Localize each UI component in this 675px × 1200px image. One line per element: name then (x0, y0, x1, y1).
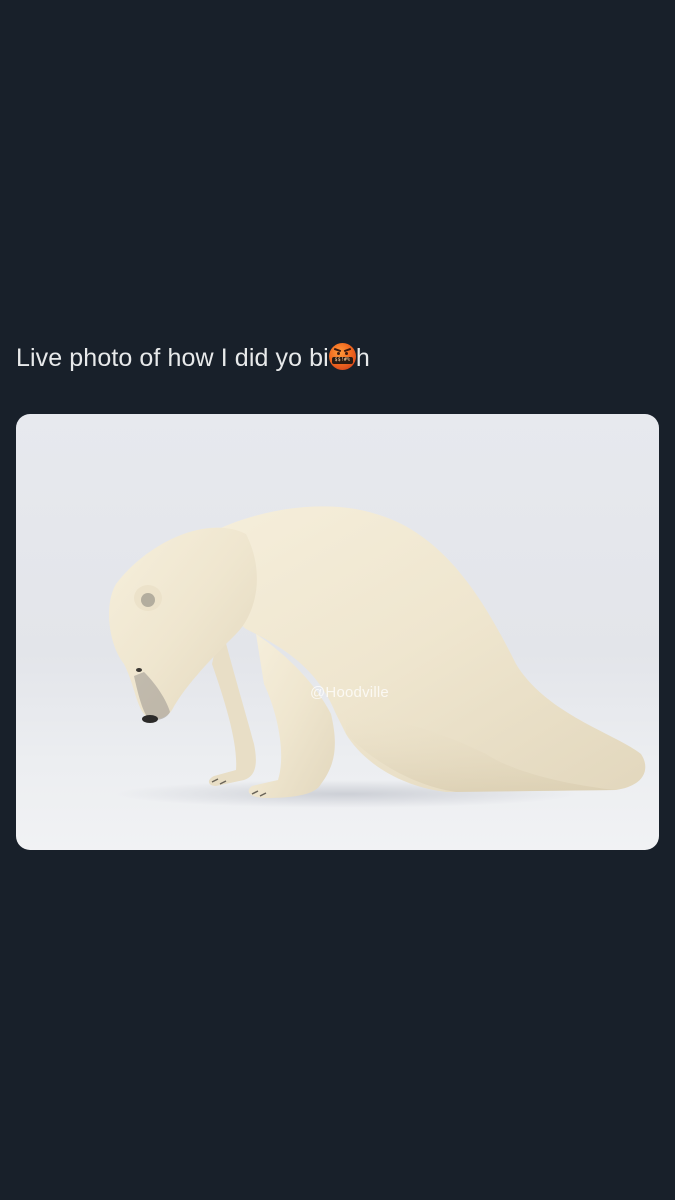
post-text-suffix: h (355, 344, 370, 372)
bear-nose (142, 715, 158, 723)
post-screenshot: Live photo of how I did yo bi $$!#% h @H… (0, 0, 675, 1200)
post-text: Live photo of how I did yo bi $$!#% h (16, 338, 370, 378)
censor-symbols: $$!#% (331, 357, 353, 364)
image-watermark: @Hoodville (310, 684, 389, 701)
bear-eye (136, 668, 142, 672)
polar-bear-photo (109, 506, 646, 808)
post-image[interactable]: @Hoodville (16, 414, 659, 850)
post-text-prefix: Live photo of how I did yo bi (16, 344, 329, 372)
face-with-symbols-on-mouth-emoji-icon: $$!#% (328, 343, 356, 370)
